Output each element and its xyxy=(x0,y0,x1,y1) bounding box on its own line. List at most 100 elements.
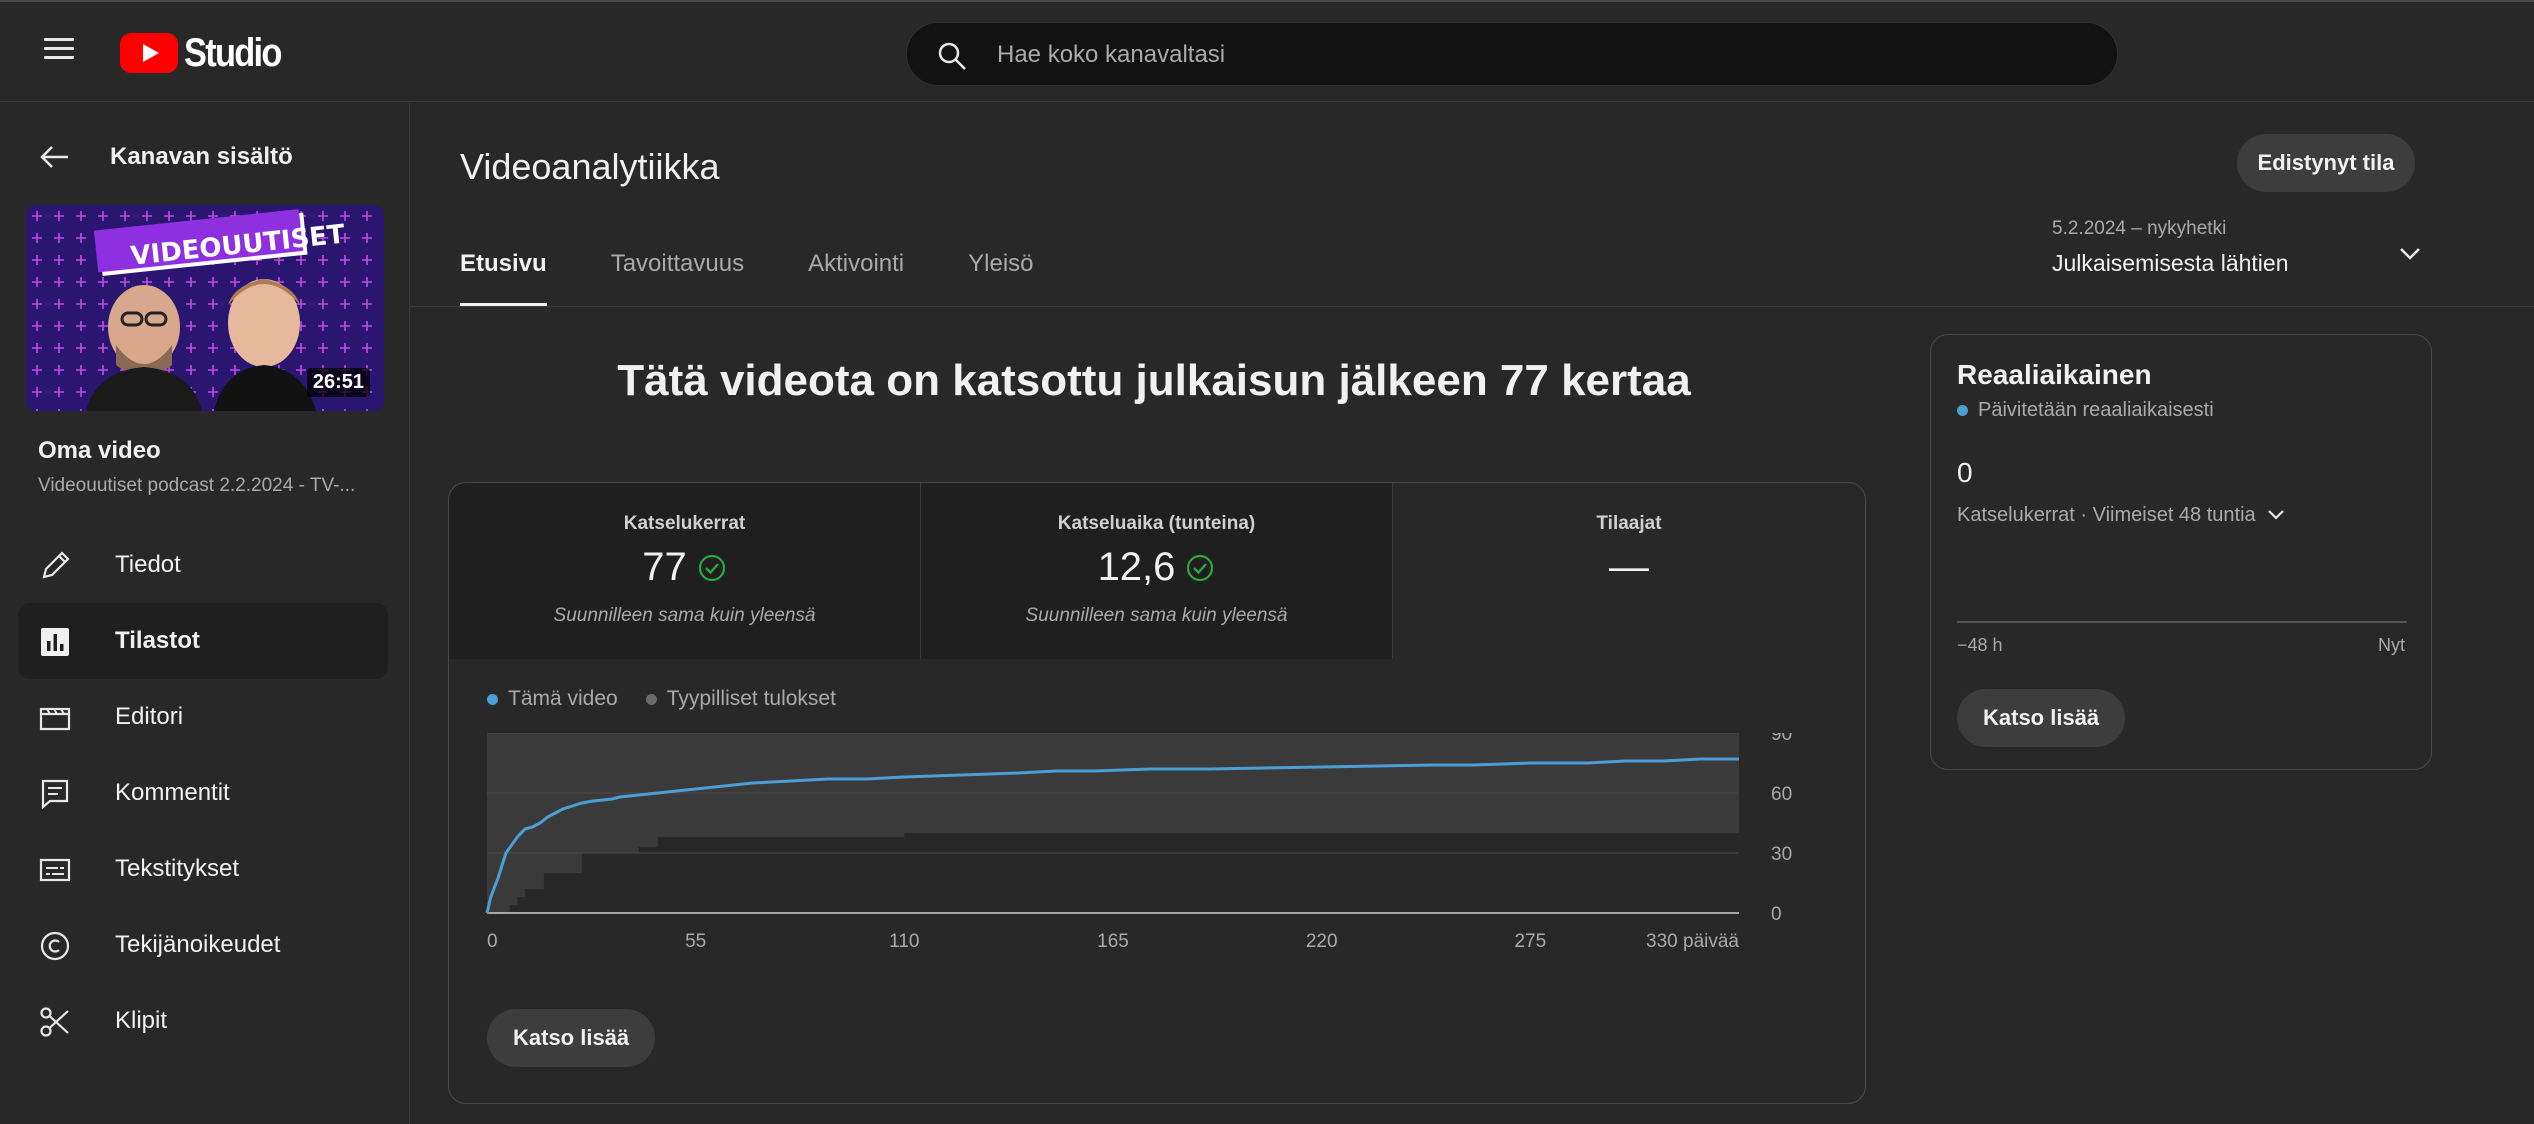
x-tick-label: 165 xyxy=(1097,931,1129,952)
metric-subscribers[interactable]: Tilaajat — xyxy=(1393,483,1865,659)
views-chart: 0 30 60 90 0 55 110 165 220 275 330 päivää xyxy=(485,733,1792,952)
y-tick-label: 30 xyxy=(1771,844,1792,865)
x-tick-label: 0 xyxy=(487,931,498,952)
metric-value-wrap: 12,6 xyxy=(921,545,1392,590)
realtime-metric-label: Katselukerrat · Viimeiset 48 tuntia xyxy=(1957,503,2256,526)
tab-yleiso[interactable]: Yleisö xyxy=(968,250,1033,306)
metric-value-wrap: 77 xyxy=(449,545,920,590)
y-tick-label: 0 xyxy=(1771,904,1782,925)
metric-value: 77 xyxy=(642,545,687,589)
search-input[interactable] xyxy=(997,33,2077,77)
realtime-subtitle-text: Päivitetään reaaliaikaisesti xyxy=(1978,399,2214,421)
scissors-icon xyxy=(40,1007,69,1037)
see-more-button[interactable]: Katso lisää xyxy=(487,1009,656,1067)
arrow-left-icon xyxy=(40,146,68,168)
video-duration: 26:51 xyxy=(306,368,370,397)
date-range-value: Julkaisemisesta lähtien xyxy=(2052,250,2289,276)
x-tick-label: 220 xyxy=(1306,931,1338,952)
sidebar-item-label: Tiedot xyxy=(115,551,181,578)
realtime-axis xyxy=(1957,621,2407,623)
sidebar-item-label: Kommentit xyxy=(115,779,230,806)
sidebar: Kanavan sisältö VIDEOUUTISET 26:51 Oma v… xyxy=(0,103,410,1124)
video-title: Oma video xyxy=(38,437,161,464)
metric-label: Katseluaika (tunteina) xyxy=(1057,513,1256,534)
search-bar[interactable] xyxy=(906,22,2118,86)
pencil-icon xyxy=(42,551,70,579)
subtitles-icon xyxy=(39,858,71,882)
sidebar-item-tekijanoikeudet[interactable]: Tekijänoikeudet xyxy=(18,907,388,983)
chevron-down-icon xyxy=(2267,510,2284,520)
video-subtitle: Videouutiset podcast 2.2.2024 - TV-... xyxy=(38,475,356,496)
sidebar-nav: Tiedot Tilastot Editori Kommentit Teksti… xyxy=(18,527,388,1059)
clapperboard-icon xyxy=(39,707,71,731)
overview-card: Katselukerrat 77 Suunnilleen sama kuin y… xyxy=(448,482,1866,1104)
realtime-card: Reaaliaikainen Päivitetään reaaliaikaise… xyxy=(1930,334,2432,770)
x-tick-label: 55 xyxy=(685,931,706,952)
analytics-icon xyxy=(41,628,69,656)
y-tick-label: 60 xyxy=(1771,784,1792,805)
date-range-label: 5.2.2024 – nykyhetki xyxy=(2052,218,2227,239)
comment-icon xyxy=(41,779,69,810)
metric-row: Katselukerrat 77 Suunnilleen sama kuin y… xyxy=(449,483,1865,659)
metric-label: Tilaajat xyxy=(1596,513,1662,534)
chevron-down-icon xyxy=(2400,248,2420,260)
tab-tavoittavuus[interactable]: Tavoittavuus xyxy=(611,250,744,306)
legend-label: Tyypilliset tulokset xyxy=(666,687,836,710)
copyright-icon xyxy=(40,931,70,961)
x-tick-label: 275 xyxy=(1514,931,1546,952)
sidebar-item-editori[interactable]: Editori xyxy=(18,679,388,755)
sidebar-item-label: Klipit xyxy=(115,1007,168,1034)
logo-text: Studio xyxy=(184,30,282,75)
realtime-x-start: −48 h xyxy=(1957,635,2003,655)
sidebar-item-tiedot[interactable]: Tiedot xyxy=(18,527,388,603)
sidebar-item-tilastot[interactable]: Tilastot xyxy=(18,603,388,679)
sidebar-item-klipit[interactable]: Klipit xyxy=(18,983,388,1059)
metric-views[interactable]: Katselukerrat 77 Suunnilleen sama kuin y… xyxy=(449,483,921,659)
legend-item-typical: Tyypilliset tulokset xyxy=(645,687,836,711)
realtime-x-end: Nyt xyxy=(2378,635,2405,655)
chart-legend: Tämä video Tyypilliset tulokset xyxy=(487,687,864,711)
back-to-channel-content[interactable]: Kanavan sisältö xyxy=(38,137,293,177)
metric-label: Katselukerrat xyxy=(623,513,746,534)
check-circle-icon xyxy=(1187,554,1214,581)
sidebar-item-label: Editori xyxy=(115,703,184,730)
x-tick-label: 330 päivää xyxy=(1646,931,1739,952)
realtime-title: Reaaliaikainen xyxy=(1957,359,2152,390)
metric-watch-time[interactable]: Katseluaika (tunteina) 12,6 Suunnilleen … xyxy=(921,483,1393,659)
hamburger-menu-icon[interactable] xyxy=(36,32,84,72)
tab-etusivu[interactable]: Etusivu xyxy=(460,250,547,306)
realtime-value: 0 xyxy=(1957,457,1973,488)
views-headline: Tätä videota on katsottu julkaisun jälke… xyxy=(617,356,1691,405)
typical-results-band xyxy=(487,733,1739,913)
sidebar-item-tekstitykset[interactable]: Tekstitykset xyxy=(18,831,388,907)
metric-note: Suunnilleen sama kuin yleensä xyxy=(1025,605,1288,626)
metric-value: 12,6 xyxy=(1097,545,1176,589)
legend-item-this-video: Tämä video xyxy=(487,687,618,711)
page-title: Videoanalytiikka xyxy=(460,146,720,187)
sidebar-item-label: Tekijänoikeudet xyxy=(115,931,281,958)
realtime-metric-dropdown[interactable]: Katselukerrat · Viimeiset 48 tuntia xyxy=(1957,503,2288,527)
video-thumbnail[interactable]: VIDEOUUTISET 26:51 xyxy=(26,205,384,411)
search-icon xyxy=(938,42,966,70)
sidebar-item-kommentit[interactable]: Kommentit xyxy=(18,755,388,831)
sidebar-item-label: Tekstitykset xyxy=(115,855,240,882)
top-bar: Studio xyxy=(0,0,2534,102)
check-circle-icon xyxy=(698,554,725,581)
y-tick-label: 90 xyxy=(1771,733,1792,745)
tab-aktivointi[interactable]: Aktivointi xyxy=(808,250,904,306)
back-label: Kanavan sisältö xyxy=(110,143,293,170)
analytics-tabs: Etusivu Tavoittavuus Aktivointi Yleisö xyxy=(460,250,1098,306)
realtime-subtitle: Päivitetään reaaliaikaisesti xyxy=(1957,399,2214,422)
date-range-selector[interactable]: 5.2.2024 – nykyhetki Julkaisemisesta läh… xyxy=(2052,218,2420,282)
sidebar-item-label: Tilastot xyxy=(115,627,200,654)
metric-note: Suunnilleen sama kuin yleensä xyxy=(553,605,816,626)
advanced-mode-button[interactable]: Edistynyt tila xyxy=(2237,134,2415,192)
metric-value-wrap: — xyxy=(1393,545,1865,590)
x-tick-label: 110 xyxy=(889,931,919,952)
tabs-divider xyxy=(410,306,2534,307)
live-dot xyxy=(1957,405,1968,416)
legend-label: Tämä video xyxy=(508,687,618,710)
youtube-play-icon xyxy=(120,33,178,73)
youtube-studio-logo[interactable]: Studio xyxy=(120,30,296,76)
realtime-see-more-button[interactable]: Katso lisää xyxy=(1957,689,2126,747)
